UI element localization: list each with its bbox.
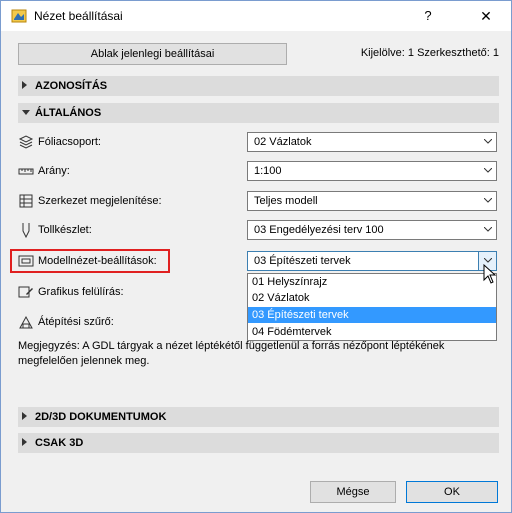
- model-view-dropdown-list: 01 Helyszínrajz 02 Vázlatok 03 Építészet…: [247, 273, 497, 341]
- section-identification[interactable]: AZONOSÍTÁS: [18, 76, 499, 96]
- pen-set-select[interactable]: 03 Engedélyezési terv 100: [247, 220, 497, 240]
- section-2d3d-label: 2D/3D DOKUMENTUMOK: [35, 411, 167, 423]
- selection-info: Kijelölve: 1 Szerkeszthető: 1: [360, 47, 499, 59]
- section-only3d-label: CSAK 3D: [35, 437, 84, 449]
- expand-arrow-icon: [22, 438, 27, 446]
- mouse-cursor-icon: [483, 264, 497, 284]
- structure-display-value: Teljes modell: [254, 195, 318, 207]
- renovation-icon: [19, 315, 33, 329]
- expand-arrow-icon: [22, 412, 27, 420]
- graphic-override-label: Grafikus felülírás:: [38, 286, 124, 298]
- section-identification-label: AZONOSÍTÁS: [35, 80, 108, 92]
- gdl-note: Megjegyzés: A GDL tárgyak a nézet lépték…: [18, 340, 445, 367]
- graphic-override-icon: [18, 286, 33, 298]
- dropdown-option[interactable]: 02 Vázlatok: [248, 290, 496, 306]
- model-view-value: 03 Építészeti tervek: [254, 255, 351, 267]
- structure-display-label: Szerkezet megjelenítése:: [38, 195, 162, 207]
- ok-button[interactable]: OK: [406, 481, 498, 503]
- pen-set-value: 03 Engedélyezési terv 100: [254, 224, 384, 236]
- layer-group-value: 02 Vázlatok: [254, 136, 312, 148]
- pen-set-label: Tollkészlet:: [38, 224, 92, 236]
- chevron-down-icon: [484, 139, 492, 144]
- renovation-filter-label: Átépítési szűrő:: [38, 316, 114, 328]
- scale-ruler-icon: [18, 168, 34, 175]
- app-icon: [11, 9, 27, 23]
- dialog-window: Nézet beállításai ? ✕ Ablak jelenlegi be…: [0, 0, 512, 513]
- cancel-button[interactable]: Mégse: [310, 481, 396, 503]
- structure-display-select[interactable]: Teljes modell: [247, 191, 497, 211]
- help-button[interactable]: ?: [413, 5, 443, 27]
- pen-icon: [22, 223, 30, 238]
- section-general[interactable]: ÁLTALÁNOS: [18, 103, 499, 123]
- section-general-label: ÁLTALÁNOS: [35, 107, 102, 119]
- scale-value: 1:100: [254, 165, 282, 177]
- model-view-icon: [18, 255, 34, 267]
- chevron-down-icon: [484, 198, 492, 203]
- expand-arrow-icon: [22, 81, 27, 89]
- scale-label: Arány:: [38, 165, 70, 177]
- structure-icon: [19, 194, 33, 208]
- dropdown-option[interactable]: 01 Helyszínrajz: [248, 274, 496, 290]
- section-2d3d-documents[interactable]: 2D/3D DOKUMENTUMOK: [18, 407, 499, 427]
- window-title: Nézet beállításai: [34, 9, 123, 23]
- chevron-down-icon: [484, 258, 492, 263]
- model-view-select[interactable]: 03 Építészeti tervek: [247, 251, 497, 271]
- section-only-3d[interactable]: CSAK 3D: [18, 433, 499, 453]
- close-button[interactable]: ✕: [471, 5, 501, 27]
- dialog-content: Ablak jelenlegi beállításai Kijelölve: 1…: [1, 31, 511, 512]
- model-view-label: Modellnézet-beállítások:: [38, 255, 157, 267]
- scale-select[interactable]: 1:100: [247, 161, 497, 181]
- layer-group-label: Fóliacsoport:: [38, 136, 101, 148]
- chevron-down-icon: [484, 168, 492, 173]
- current-settings-button[interactable]: Ablak jelenlegi beállításai: [18, 43, 287, 65]
- chevron-down-icon: [484, 227, 492, 232]
- layers-icon: [18, 135, 34, 149]
- dropdown-option-selected[interactable]: 03 Építészeti tervek: [248, 307, 496, 323]
- dropdown-option[interactable]: 04 Födémtervek: [248, 324, 496, 340]
- layer-group-select[interactable]: 02 Vázlatok: [247, 132, 497, 152]
- title-bar[interactable]: Nézet beállításai ? ✕: [1, 1, 511, 31]
- collapse-arrow-icon: [22, 110, 30, 115]
